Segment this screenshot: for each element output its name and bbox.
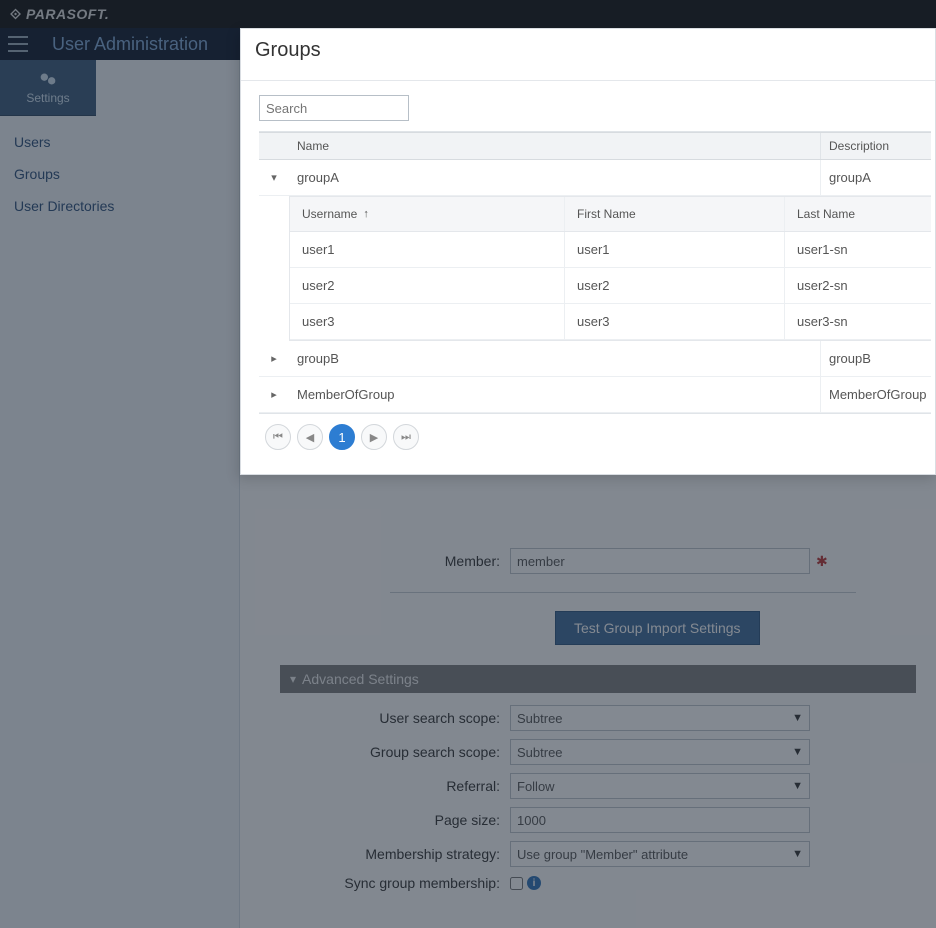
table-row[interactable]: ▸ groupB groupB <box>259 341 931 377</box>
expand-icon[interactable]: ▸ <box>259 388 289 401</box>
pagination: ⏮ ◀ 1 ▶ ⏭ <box>259 414 931 454</box>
modal-title: Groups <box>241 29 935 81</box>
members-subtable: Username ↑ First Name Last Name user1 us… <box>289 196 931 341</box>
groups-modal: Groups Name Description ▾ groupA groupA … <box>240 28 936 475</box>
group-name: groupB <box>289 341 821 376</box>
pager-next-button[interactable]: ▶ <box>361 424 387 450</box>
group-name: MemberOfGroup <box>289 377 821 412</box>
table-row[interactable]: ▸ MemberOfGroup MemberOfGroup <box>259 377 931 413</box>
table-row[interactable]: ▾ groupA groupA <box>259 160 931 196</box>
group-description: groupA <box>821 160 931 195</box>
column-first-name[interactable]: First Name <box>565 197 785 231</box>
expand-icon[interactable]: ▸ <box>259 352 289 365</box>
column-description[interactable]: Description <box>821 133 931 159</box>
pager-last-button[interactable]: ⏭ <box>393 424 419 450</box>
column-username[interactable]: Username ↑ <box>290 197 565 231</box>
group-description: groupB <box>821 341 931 376</box>
list-item[interactable]: user1 user1 user1-sn <box>290 232 931 268</box>
group-name: groupA <box>289 160 821 195</box>
collapse-icon[interactable]: ▾ <box>259 171 289 184</box>
list-item[interactable]: user3 user3 user3-sn <box>290 304 931 340</box>
group-description: MemberOfGroup <box>821 377 931 412</box>
sort-asc-icon: ↑ <box>363 208 369 220</box>
column-name[interactable]: Name <box>289 133 821 159</box>
pager-page-button[interactable]: 1 <box>329 424 355 450</box>
pager-first-button[interactable]: ⏮ <box>265 424 291 450</box>
table-header: Name Description <box>259 132 931 160</box>
column-last-name[interactable]: Last Name <box>785 197 931 231</box>
list-item[interactable]: user2 user2 user2-sn <box>290 268 931 304</box>
search-input[interactable] <box>259 95 409 121</box>
pager-prev-button[interactable]: ◀ <box>297 424 323 450</box>
groups-table: Name Description ▾ groupA groupA Usernam… <box>259 131 931 414</box>
